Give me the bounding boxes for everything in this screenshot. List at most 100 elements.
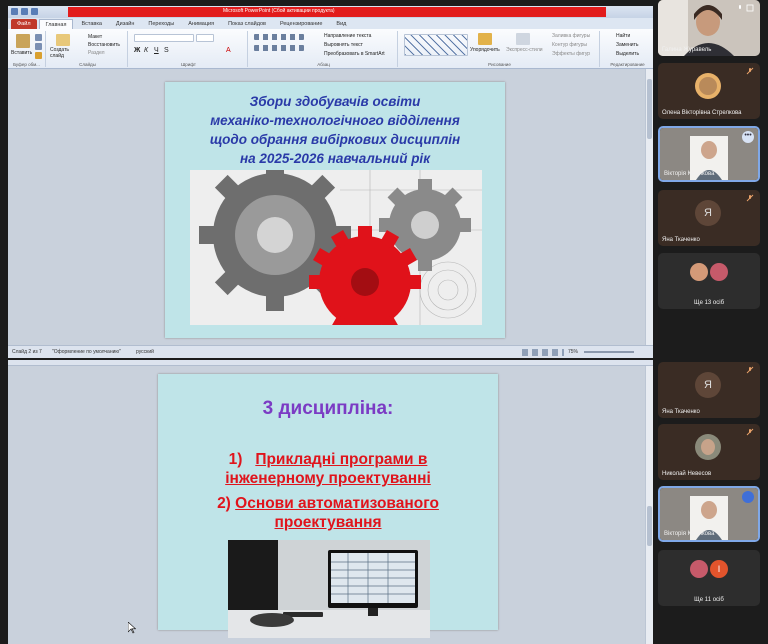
ribbon: Вставить Буфер обм... Создать слайд Маке… — [8, 29, 653, 69]
strikethrough-icon[interactable]: S — [164, 47, 169, 54]
italic-icon[interactable]: К — [144, 47, 148, 54]
new-slide-icon[interactable] — [56, 34, 70, 46]
slide-2[interactable]: 3 дисципліна: 1) Прикладні програми в ін… — [158, 374, 498, 638]
participant-avatars-stack — [658, 263, 760, 281]
tab-review[interactable]: Рецензирование — [274, 19, 328, 29]
tab-transitions[interactable]: Переходы — [142, 19, 180, 29]
discipline-1-line-1: Прикладні програми в — [255, 451, 428, 468]
list-icons[interactable] — [254, 34, 304, 40]
mouse-cursor-icon — [128, 622, 136, 634]
smartart-button[interactable]: Преобразовать в SmartArt — [324, 51, 385, 57]
paste-icon[interactable] — [16, 34, 30, 48]
redo-icon[interactable] — [31, 8, 38, 15]
avatar: Я — [695, 200, 721, 226]
participant-tile-6[interactable]: Николай Невесов — [658, 424, 760, 480]
tab-animation[interactable]: Анимация — [182, 19, 220, 29]
select-button[interactable]: Выделить — [616, 51, 639, 57]
participant-name: Галина Журавель — [662, 47, 712, 53]
shapes-gallery[interactable] — [404, 34, 468, 56]
arrange-button[interactable]: Упорядочить — [470, 47, 500, 53]
group-drawing: Упорядочить Экспресс-стили Заливка фигур… — [400, 31, 600, 67]
tab-view[interactable]: Вид — [330, 19, 352, 29]
shape-effects-button[interactable]: Эффекты фигур — [552, 51, 590, 57]
discipline-2-number: 2) — [217, 495, 231, 512]
copy-icon[interactable] — [35, 43, 42, 50]
font-color-icon[interactable]: A — [226, 47, 231, 54]
more-participants-label: Ще 13 осіб — [693, 300, 725, 306]
scrollbar-thumb-2[interactable] — [647, 506, 652, 546]
participant-name: Яна Ткаченко — [662, 237, 700, 243]
quick-styles-icon[interactable] — [516, 33, 530, 45]
zoom-level[interactable]: 75% — [568, 349, 578, 355]
font-size-select[interactable] — [196, 34, 214, 42]
text-direction-button[interactable]: Направление текста — [324, 33, 371, 39]
avatar — [690, 263, 708, 281]
zoom-slider[interactable] — [584, 351, 634, 353]
section-button[interactable]: Раздел — [88, 50, 105, 56]
participant-name: Яна Ткаченко — [662, 409, 700, 415]
microphone-muted-icon — [746, 428, 754, 436]
avatar — [695, 434, 721, 460]
slide-1-title-line: щодо обрання вибіркових дисциплін — [209, 132, 461, 147]
scrollbar-thumb[interactable] — [647, 79, 652, 139]
slide-2-title: 3 дисципліна: — [262, 398, 394, 419]
arrange-icon[interactable] — [478, 33, 492, 45]
tab-slideshow[interactable]: Показ слайдов — [222, 19, 272, 29]
shape-fill-button[interactable]: Заливка фигуры — [552, 33, 590, 39]
tab-home[interactable]: Главная — [38, 19, 74, 29]
microphone-muted-icon — [746, 366, 754, 374]
group-label-editing: Редактирование — [610, 62, 645, 67]
powerpoint-window-bottom: 3 дисципліна: 1) Прикладні програми в ін… — [8, 360, 653, 644]
group-editing: Найти Заменить Выделить Редактирование — [602, 31, 653, 67]
tab-file[interactable]: Файл — [11, 19, 37, 29]
new-slide-button[interactable]: Создать слайд — [50, 47, 84, 59]
quick-access-toolbar — [11, 8, 38, 15]
fullscreen-icon[interactable] — [746, 4, 754, 12]
participant-tile-3[interactable]: ••• Вікторія Крючкова — [658, 126, 760, 182]
avatar: Я — [695, 372, 721, 398]
vertical-scrollbar[interactable] — [645, 69, 653, 345]
participant-tile-5[interactable]: Я Яна Ткаченко — [658, 362, 760, 418]
replace-button[interactable]: Заменить — [616, 42, 638, 48]
save-icon[interactable] — [11, 8, 18, 15]
shape-outline-button[interactable]: Контур фигуры — [552, 42, 587, 48]
group-label-drawing: Рисование — [488, 62, 511, 67]
group-label-clipboard: Буфер обм... — [13, 62, 40, 67]
discipline-2-line-1: Основи автоматизованого — [235, 495, 439, 512]
participant-tile-2[interactable]: Олена Вікторівна Стрелкова — [658, 63, 760, 119]
undo-icon[interactable] — [21, 8, 28, 15]
font-name-select[interactable] — [134, 34, 194, 42]
gears-image — [190, 170, 482, 325]
view-buttons[interactable] — [522, 349, 564, 356]
paste-button[interactable]: Вставить — [11, 50, 32, 56]
more-options-icon[interactable]: ••• — [742, 131, 754, 143]
reset-button[interactable]: Восстановить — [88, 42, 120, 48]
align-icons[interactable] — [254, 45, 304, 51]
participant-tile-4[interactable]: Я Яна Ткаченко — [658, 190, 760, 246]
format-painter-icon[interactable] — [35, 52, 42, 59]
participant-tile-7[interactable]: Вікторія Крючкова — [658, 486, 760, 542]
more-participants-tile-2[interactable]: І Ще 11 осіб — [658, 550, 760, 606]
discipline-1-line-2: інженерному проектуванні — [225, 470, 431, 487]
align-text-button[interactable]: Выровнять текст — [324, 42, 363, 48]
status-strip — [8, 360, 653, 366]
quick-styles-button[interactable]: Экспресс-стили — [506, 47, 543, 53]
slide-1[interactable]: Збори здобувачів освіти механіко-техноло… — [165, 82, 505, 338]
participant-name: Вікторія Крючкова — [664, 171, 715, 177]
bold-icon[interactable]: Ж — [134, 47, 140, 54]
slide-1-title-line: механіко-технологічного відділення — [210, 113, 460, 128]
layout-button[interactable]: Макет — [88, 34, 102, 40]
find-button[interactable]: Найти — [616, 33, 630, 39]
vertical-scrollbar-2[interactable] — [645, 366, 653, 644]
participant-name: Николай Невесов — [662, 471, 712, 477]
language-indicator[interactable]: русский — [136, 349, 154, 355]
microphone-icon — [739, 5, 741, 9]
cut-icon[interactable] — [35, 34, 42, 41]
participant-tile-1[interactable]: Галина Журавель — [658, 0, 760, 56]
tab-insert[interactable]: Вставка — [75, 19, 107, 29]
tab-design[interactable]: Дизайн — [110, 19, 141, 29]
group-paragraph: Направление текста Выровнять текст Преоб… — [250, 31, 398, 67]
underline-icon[interactable]: Ч — [154, 47, 159, 54]
slide-1-title-line: на 2025-2026 навчальний рік — [239, 151, 431, 166]
more-participants-tile-1[interactable]: Ще 13 осіб — [658, 253, 760, 309]
